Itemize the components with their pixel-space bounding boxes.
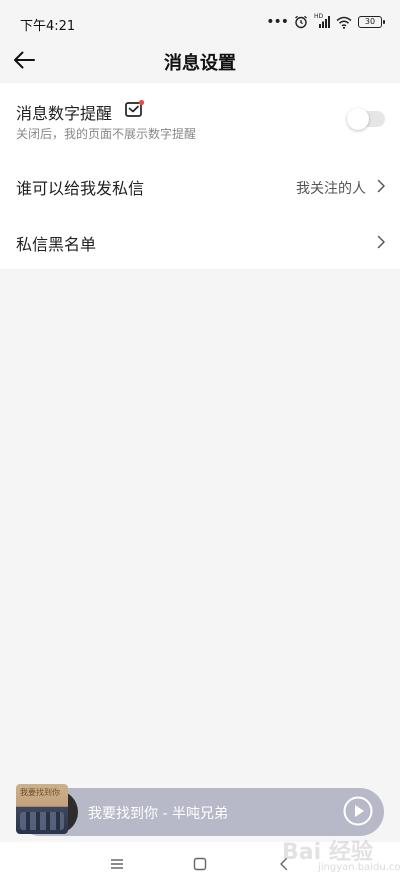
album-cover-text: 我要找到你: [20, 788, 60, 797]
setting-dm-blacklist[interactable]: 私信黑名单: [0, 213, 400, 269]
status-icons: ••• HD 30: [266, 13, 385, 30]
mail-check-icon: [125, 99, 145, 117]
setting-message-count-reminder: 消息数字提醒 关闭后，我的页面不展示数字提醒: [0, 83, 400, 157]
header-bar: 消息设置: [0, 44, 400, 80]
menu-icon[interactable]: [110, 858, 124, 870]
wifi-icon: [336, 16, 352, 29]
alarm-icon: [295, 15, 307, 29]
now-playing-title: 我要找到你 - 半吨兄弟: [88, 806, 228, 822]
message-count-reminder-toggle[interactable]: [347, 108, 385, 130]
who-can-dm-value: 我关注的人: [296, 181, 366, 197]
settings-list: 消息数字提醒 关闭后，我的页面不展示数字提醒 谁可以给我发私信 我关注的人 私信…: [0, 83, 400, 269]
more-dots-icon: •••: [266, 14, 289, 30]
who-can-dm-label: 谁可以给我发私信: [16, 179, 145, 198]
chevron-right-icon: [377, 179, 385, 193]
status-time: 下午4:21: [20, 19, 76, 34]
battery-icon: 30: [358, 16, 385, 28]
album-cover[interactable]: 我要找到你: [16, 784, 68, 834]
chevron-right-icon: [377, 235, 385, 249]
signal-icon: HD: [314, 13, 330, 29]
page-title: 消息设置: [164, 53, 236, 74]
status-bar: 下午4:21 ••• HD 30: [0, 0, 400, 44]
watermark-url: jingyan.baidu.com: [318, 862, 400, 873]
home-icon[interactable]: [193, 857, 207, 871]
play-button[interactable]: [343, 796, 373, 826]
message-count-reminder-label: 消息数字提醒: [16, 104, 113, 123]
toggle-knob: [347, 108, 369, 130]
dm-blacklist-label: 私信黑名单: [16, 235, 97, 254]
album-cover-art: [20, 812, 64, 830]
setting-who-can-dm[interactable]: 谁可以给我发私信 我关注的人: [0, 157, 400, 213]
message-count-reminder-subtitle: 关闭后，我的页面不展示数字提醒: [16, 127, 197, 141]
